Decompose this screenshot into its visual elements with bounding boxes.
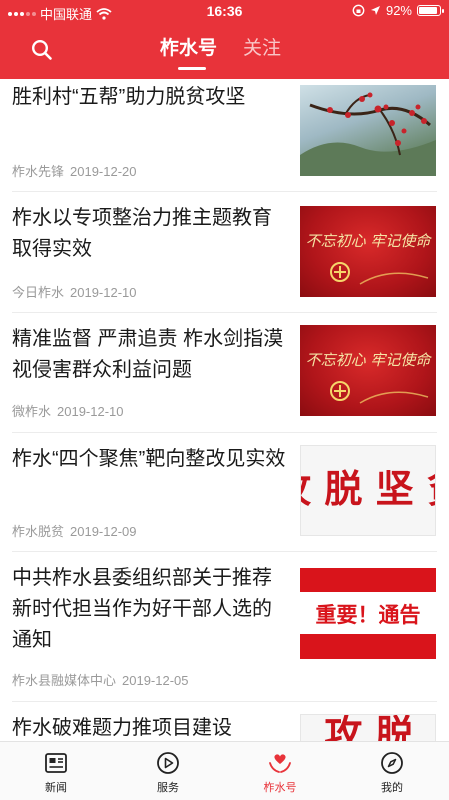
channel-tabs: 柞水号 关注 [160, 36, 281, 70]
article-date: 2019-12-20 [70, 164, 137, 179]
newspaper-icon [45, 753, 67, 773]
article-source: 柞水先锋 [12, 164, 65, 179]
article-source: 今日柞水 [12, 285, 65, 300]
article-title: 柞水破难题力推项目建设 [12, 717, 232, 739]
article-meta: 微柞水 2019-12-10 [12, 401, 124, 420]
bottom-tab-bar: 新闻 服务 柞水号 我的 [0, 741, 449, 800]
bottom-tab-news[interactable]: 新闻 [11, 750, 101, 795]
bottom-tab-label: 新闻 [45, 782, 67, 794]
bottom-tab-mine[interactable]: 我的 [347, 750, 437, 795]
compass-icon [381, 752, 403, 774]
article-source: 微柞水 [12, 404, 52, 419]
search-icon [31, 39, 52, 60]
calligraphy-image: 攻 脱 [324, 715, 413, 741]
app-header: 中国联通 16:36 92% 柞水号 关注 [0, 0, 449, 79]
bottom-tab-label: 我的 [381, 782, 403, 794]
banner-calligraphy-text: 不忘初心 牢记使命 [306, 351, 433, 369]
article-title: 精准监督 严肃追责 柞水剑指漠视侵害群众利益问题 [12, 328, 284, 381]
article-source: 柞水县融媒体中心 [12, 673, 117, 688]
article-title: 中共柞水县委组织部关于推荐新时代担当作为好干部人选的通知 [12, 567, 272, 651]
notice-image: 重要！通告 [300, 592, 436, 634]
bottom-tab-label: 柞水号 [263, 782, 297, 794]
article-date: 2019-12-09 [70, 524, 137, 539]
bottom-tab-label: 服务 [157, 782, 179, 794]
calligraphy-text: 攻 脱 [324, 715, 413, 741]
article-title: 柞水以专项整治力推主题教育取得实效 [12, 207, 272, 260]
bottom-tab-service[interactable]: 服务 [123, 750, 213, 795]
red-banner-image: 不忘初心 牢记使命 [306, 232, 433, 285]
tab-follow[interactable]: 关注 [243, 36, 281, 62]
article-meta: 柞水先锋 2019-12-20 [12, 161, 137, 180]
search-button[interactable] [30, 38, 58, 66]
rotation-lock-icon [352, 4, 365, 17]
article-source: 柞水脱贫 [12, 524, 65, 539]
article-item[interactable]: 中共柞水县委组织部关于推荐新时代担当作为好干部人选的通知 柞水县融媒体中心 201… [0, 552, 449, 702]
red-banner-image: 不忘初心 牢记使命 [306, 351, 433, 404]
article-item[interactable]: 柞水以专项整治力推主题教育取得实效 今日柞水 2019-12-10 不忘初心 牢记… [0, 192, 449, 313]
banner-calligraphy-text: 不忘初心 牢记使命 [306, 232, 433, 250]
bottom-tab-zuoshuihao[interactable]: 柞水号 [235, 750, 325, 795]
article-title: 胜利村“五帮”助力脱贫攻坚 [12, 86, 246, 108]
article-date: 2019-12-10 [57, 404, 124, 419]
article-thumbnail [300, 85, 436, 176]
article-item[interactable]: 柞水“四个聚焦”靶向整改见实效 柞水脱贫 2019-12-09 攻 脱 坚 贫 [0, 433, 449, 552]
location-arrow-icon [370, 6, 380, 15]
play-circle-icon [157, 752, 179, 774]
calligraphy-text: 攻 脱 坚 贫 [301, 466, 436, 511]
status-bar: 中国联通 16:36 92% [0, 0, 449, 24]
article-thumbnail: 不忘初心 牢记使命 [300, 325, 436, 416]
article-meta: 柞水县融媒体中心 2019-12-05 [12, 670, 189, 689]
notice-text: 重要！通告 [316, 603, 421, 627]
battery-percent: 92% [385, 3, 412, 18]
battery-icon [417, 5, 444, 16]
heart-hands-icon [269, 754, 291, 773]
article-thumbnail: 攻 脱 [300, 714, 436, 741]
article-title: 柞水“四个聚焦”靶向整改见实效 [12, 448, 286, 470]
article-date: 2019-12-05 [122, 673, 189, 688]
article-feed: 胜利村“五帮”助力脱贫攻坚 柞水先锋 2019-12-20 柞水以专项整治力推主题… [0, 79, 449, 741]
plum-blossom-image [300, 92, 436, 176]
calligraphy-image: 攻 脱 坚 贫 [301, 466, 436, 511]
article-meta: 今日柞水 2019-12-10 [12, 282, 137, 301]
article-item[interactable]: 胜利村“五帮”助力脱贫攻坚 柞水先锋 2019-12-20 [0, 79, 449, 192]
article-thumbnail: 攻 脱 坚 贫 [300, 445, 436, 536]
article-meta: 柞水脱贫 2019-12-09 [12, 521, 137, 540]
article-item[interactable]: 精准监督 严肃追责 柞水剑指漠视侵害群众利益问题 微柞水 2019-12-10 不… [0, 313, 449, 433]
article-item[interactable]: 柞水破难题力推项目建设 攻 脱 [0, 702, 449, 741]
article-date: 2019-12-10 [70, 285, 137, 300]
article-thumbnail: 重要！通告 [300, 568, 436, 659]
tab-zuoshuihao[interactable]: 柞水号 [160, 36, 217, 70]
top-nav: 柞水号 关注 [0, 24, 449, 79]
article-thumbnail: 不忘初心 牢记使命 [300, 206, 436, 297]
